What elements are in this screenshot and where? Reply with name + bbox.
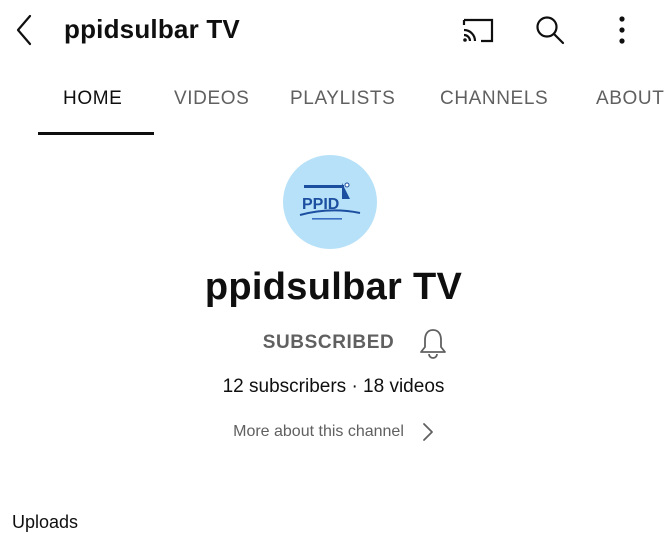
subscribed-button[interactable]: SUBSCRIBED [263,332,395,354]
channel-tabs: HOME VIDEOS PLAYLISTS CHANNELS ABOUT [0,70,667,136]
bell-icon [420,329,447,359]
active-tab-indicator [38,132,154,135]
ppid-logo-icon: PPID [299,182,361,220]
uploads-section-title: Uploads [12,512,79,532]
more-vertical-icon [619,16,625,44]
back-chevron-icon [16,14,32,46]
chevron-right-icon [422,423,433,441]
search-button[interactable] [530,10,570,50]
channel-stats: 12 subscribers · 18 videos [222,376,445,397]
more-options-button[interactable] [602,10,642,50]
back-button[interactable] [10,12,38,48]
channel-avatar[interactable]: PPID [283,155,377,249]
subscription-row: SUBSCRIBED [0,327,667,359]
tab-videos[interactable]: VIDEOS [174,88,249,110]
notification-bell-button[interactable] [418,327,448,359]
more-about-label: More about this channel [233,423,404,440]
tab-about[interactable]: ABOUT [596,88,664,110]
tab-home[interactable]: HOME [63,88,122,110]
channel-name: ppidsulbar TV [204,266,463,308]
header-title: ppidsulbar TV [64,14,240,44]
cast-button[interactable] [458,10,498,50]
search-icon [536,16,565,45]
more-about-channel-link[interactable]: More about this channel [0,420,667,444]
cast-icon [462,18,494,43]
top-app-bar: ppidsulbar TV [0,0,667,64]
tab-playlists[interactable]: PLAYLISTS [290,88,395,110]
tab-channels[interactable]: CHANNELS [440,88,548,110]
